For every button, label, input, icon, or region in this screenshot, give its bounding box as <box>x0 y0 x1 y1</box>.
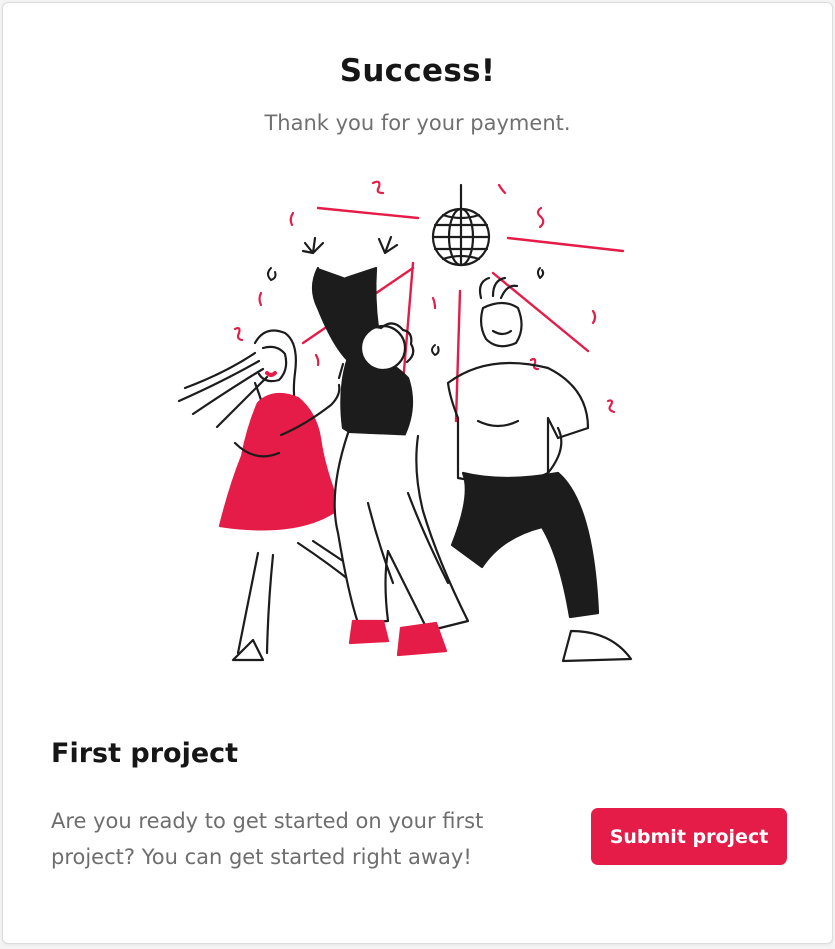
success-card: Success! Thank you for your payment. Fir… <box>2 2 833 944</box>
payment-confirmation-text: Thank you for your payment. <box>264 111 571 135</box>
first-project-description: Are you ready to get started on your fir… <box>51 809 484 869</box>
page-title: Success! <box>339 53 496 89</box>
dancing-party-illustration <box>177 180 633 663</box>
submit-project-button[interactable]: Submit project <box>591 808 787 865</box>
first-project-heading: First project <box>51 738 239 769</box>
